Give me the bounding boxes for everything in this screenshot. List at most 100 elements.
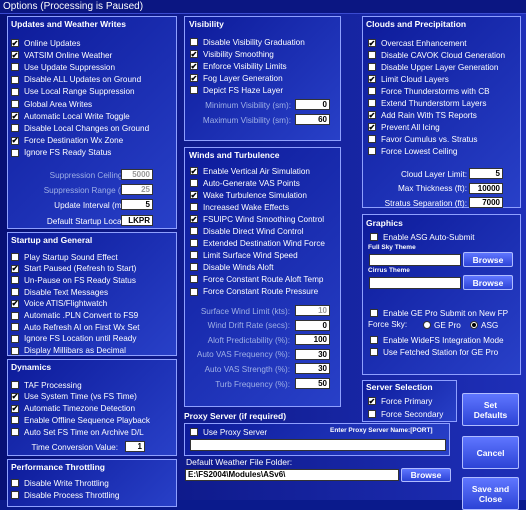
checkbox-play-startup-sound-effect[interactable]: Play Startup Sound Effect: [11, 252, 118, 262]
checkbox-force-thunderstorms-with-cb[interactable]: Force Thunderstorms with CB: [368, 86, 490, 96]
checkbox-force-lowest-ceiling[interactable]: Force Lowest Ceiling: [368, 146, 457, 156]
checkbox-icon[interactable]: [190, 86, 198, 94]
checkbox-enable-offline-sequence-playback[interactable]: Enable Offline Sequence Playback: [11, 415, 150, 425]
checkbox-disable-direct-wind-control[interactable]: Disable Direct Wind Control: [190, 226, 304, 236]
proxy-name-input[interactable]: [190, 439, 446, 451]
checkbox-ignore-fs-ready-status[interactable]: Ignore FS Ready Status: [11, 148, 111, 158]
checkbox-force-destination-wx-zone[interactable]: ✔ Force Destination Wx Zone: [11, 136, 123, 146]
checkbox-icon[interactable]: ✔: [368, 75, 376, 84]
checkbox-icon[interactable]: ✔: [11, 392, 19, 401]
checkbox-favor-cumulus-vs-stratus[interactable]: Favor Cumulus vs. Stratus: [368, 134, 477, 144]
checkbox-wake-turbulence-simulation[interactable]: ✔ Wake Turbulence Simulation: [190, 190, 307, 200]
field-cloud-layer-limit-input[interactable]: 5: [469, 168, 503, 179]
checkbox-icon[interactable]: [368, 63, 376, 72]
field-auto-vas-strength-input[interactable]: 30: [295, 363, 330, 375]
checkbox-icon[interactable]: [370, 336, 378, 344]
checkbox-online-updates[interactable]: ✔ Online Updates: [11, 38, 80, 48]
checkbox-icon[interactable]: [368, 147, 376, 156]
checkbox-disable-visibility-graduation[interactable]: Disable Visibility Graduation: [190, 37, 305, 47]
checkbox-visibility-smoothing[interactable]: ✔ Visibility Smoothing: [190, 49, 274, 59]
checkbox-extended-destination-wind-force[interactable]: Extended Destination Wind Force: [190, 238, 325, 248]
checkbox-force-constant-route-aloft-temp[interactable]: Force Constant Route Aloft Temp: [190, 274, 323, 284]
checkbox-use-update-suppression[interactable]: Use Update Suppression: [11, 62, 115, 72]
checkbox-ignore-fs-location-until-ready[interactable]: Ignore FS Location until Ready: [11, 334, 136, 344]
checkbox-enforce-visibility-limits[interactable]: ✔ Enforce Visibility Limits: [190, 61, 287, 71]
checkbox-icon[interactable]: [190, 38, 198, 46]
checkbox-icon[interactable]: ✔: [368, 111, 376, 120]
checkbox-icon[interactable]: [368, 410, 376, 418]
checkbox-disable-upper-layer-generation[interactable]: Disable Upper Layer Generation: [368, 62, 498, 72]
checkbox-icon[interactable]: [11, 100, 19, 108]
checkbox-icon[interactable]: [368, 135, 376, 144]
checkbox-disable-text-messages[interactable]: Disable Text Messages: [11, 287, 108, 297]
checkbox-force-constant-route-pressure[interactable]: Force Constant Route Pressure: [190, 287, 318, 297]
field-max-thickness-ft-input[interactable]: 10000: [469, 182, 503, 194]
checkbox-fog-layer-generation[interactable]: ✔ Fog Layer Generation: [190, 73, 283, 83]
field-time-conversion-input[interactable]: 1: [125, 441, 145, 452]
checkbox-icon[interactable]: [368, 99, 376, 108]
checkbox-icon[interactable]: ✔: [11, 39, 19, 47]
checkbox-icon[interactable]: [11, 75, 19, 84]
checkbox-use-local-range-suppression[interactable]: Use Local Range Suppression: [11, 87, 135, 97]
checkbox-icon[interactable]: [11, 87, 19, 96]
cancel-button[interactable]: Cancel: [462, 436, 519, 469]
checkbox-icon[interactable]: ✔: [190, 62, 198, 70]
field-surface-wind-limit-kts-input[interactable]: 10: [295, 305, 330, 316]
checkbox-add-rain-with-ts-reports[interactable]: ✔ Add Rain With TS Reports: [368, 110, 477, 120]
full-sky-browse-button[interactable]: Browse: [463, 252, 513, 267]
folder-browse-button[interactable]: Browse: [401, 468, 451, 482]
field-suppression-ceiling-ft-input[interactable]: 5000: [121, 169, 153, 180]
checkbox-enable-widefs[interactable]: Enable WideFS Integration Mode: [370, 335, 504, 345]
checkbox-auto-set-fs-time-on-archive-d-l[interactable]: Auto Set FS Time on Archive D/L: [11, 427, 144, 437]
field-turb-frequency-input[interactable]: 50: [295, 378, 330, 389]
checkbox-start-paused-refresh-to-start[interactable]: ✔ Start Paused (Refresh to Start): [11, 264, 136, 274]
checkbox-icon[interactable]: ✔: [11, 51, 19, 60]
checkbox-icon[interactable]: [11, 491, 19, 499]
checkbox-use-system-time-vs-fs-time[interactable]: ✔ Use System Time (vs FS Time): [11, 392, 137, 402]
radio-button-icon[interactable]: [470, 321, 478, 329]
checkbox-icon[interactable]: [190, 239, 198, 248]
checkbox-disable-write-throttling[interactable]: Disable Write Throttling: [11, 478, 109, 488]
checkbox-icon[interactable]: ✔: [190, 50, 198, 58]
field-stratus-separation-ft-input[interactable]: 7000: [469, 197, 503, 208]
checkbox-disable-local-changes-on-ground[interactable]: Disable Local Changes on Ground: [11, 123, 149, 133]
checkbox-icon[interactable]: [11, 276, 19, 285]
field-maximum-visibility-sm-input[interactable]: 60: [295, 114, 330, 125]
checkbox-icon[interactable]: [190, 275, 198, 284]
checkbox-icon[interactable]: [11, 148, 19, 157]
radio-button-icon[interactable]: [423, 321, 431, 329]
checkbox-icon[interactable]: [11, 323, 19, 332]
checkbox-automatic-pln-convert-to-fs9[interactable]: Automatic .PLN Convert to FS9: [11, 311, 138, 321]
checkbox-icon[interactable]: ✔: [190, 191, 198, 200]
checkbox-icon[interactable]: ✔: [368, 397, 376, 405]
checkbox-auto-refresh-ai-on-first-wx-set[interactable]: Auto Refresh AI on First Wx Set: [11, 322, 140, 332]
field-suppression-range-nm-input[interactable]: 25: [121, 184, 153, 195]
checkbox-icon[interactable]: [11, 346, 19, 355]
checkbox-disable-all-updates-on-ground[interactable]: Disable ALL Updates on Ground: [11, 75, 141, 85]
checkbox-disable-winds-aloft[interactable]: Disable Winds Aloft: [190, 262, 274, 272]
checkbox-icon[interactable]: [190, 428, 198, 436]
checkbox-icon[interactable]: [11, 288, 19, 297]
checkbox-fetched-station[interactable]: Use Fetched Station for GE Pro: [370, 347, 498, 357]
checkbox-icon[interactable]: [11, 311, 19, 320]
checkbox-force-secondary[interactable]: Force Secondary: [368, 409, 443, 419]
checkbox-increased-wake-effects[interactable]: Increased Wake Effects: [190, 202, 289, 212]
set-defaults-button[interactable]: Set Defaults: [462, 393, 519, 426]
checkbox-icon[interactable]: [11, 381, 19, 389]
checkbox-icon[interactable]: [190, 203, 198, 212]
checkbox-icon[interactable]: ✔: [190, 74, 198, 82]
checkbox-use-proxy-server[interactable]: Use Proxy Server: [190, 427, 267, 437]
checkbox-vatsim-online-weather[interactable]: ✔ VATSIM Online Weather: [11, 50, 112, 60]
field-aloft-predictability-input[interactable]: 100: [295, 334, 330, 346]
field-update-interval-mins-input[interactable]: 5: [121, 199, 153, 210]
checkbox-prevent-all-icing[interactable]: ✔ Prevent All Icing: [368, 122, 440, 132]
checkbox-voice-atis-flightwatch[interactable]: ✔ Voice ATIS/Flightwatch: [11, 299, 107, 309]
checkbox-fsuipc-wind-smoothing-control[interactable]: ✔ FSUIPC Wind Smoothing Control: [190, 214, 324, 224]
checkbox-automatic-local-write-toggle[interactable]: ✔ Automatic Local Write Toggle: [11, 111, 130, 121]
checkbox-icon[interactable]: [190, 251, 198, 260]
checkbox-icon[interactable]: [370, 309, 378, 317]
checkbox-force-primary[interactable]: ✔ Force Primary: [368, 396, 432, 406]
checkbox-auto-generate-vas-points[interactable]: Auto-Generate VAS Points: [190, 178, 300, 188]
checkbox-icon[interactable]: [11, 479, 19, 487]
checkbox-icon[interactable]: [368, 51, 376, 60]
